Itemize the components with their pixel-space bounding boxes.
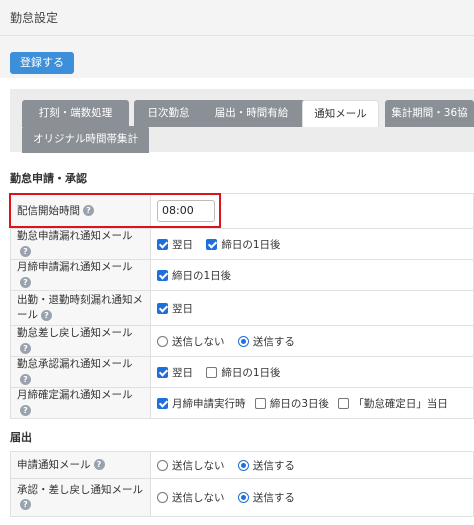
toolbar: 登録する [0, 36, 474, 78]
option-closing-plus1[interactable]: 締日の1日後 [157, 268, 231, 283]
tab-requests-paid-leave[interactable]: 届出・時間有給 [198, 100, 305, 127]
row-sendback: 勤怠差し戻し通知メール? 送信しない 送信する [10, 325, 474, 357]
checkbox-checked-icon[interactable] [206, 238, 218, 250]
radio-selected-icon[interactable] [237, 335, 249, 347]
help-icon[interactable]: ? [20, 276, 31, 288]
radio-unselected-icon[interactable] [157, 459, 168, 471]
option-do-not-send[interactable]: 送信しない [157, 334, 225, 349]
option-monthly-request-exec[interactable]: 月締申請実行時 [157, 396, 246, 411]
row-approval-missing: 勤怠承認漏れ通知メール? 翌日 締日の1日後 [10, 356, 474, 388]
tab-notification-mail[interactable]: 通知メール [302, 100, 379, 127]
tab-aggregation-period[interactable]: 集計期間・36協 [385, 100, 474, 127]
page-header: 勤怠設定 [0, 0, 474, 36]
checkbox-checked-icon[interactable] [157, 397, 168, 409]
row-monthly-missing: 月締申請漏れ通知メール? 締日の1日後 [10, 259, 474, 291]
label-monthly-missing: 月締申請漏れ通知メール [17, 261, 133, 273]
option-do-not-send[interactable]: 送信しない [157, 458, 225, 473]
label-approval-missing: 勤怠承認漏れ通知メール [17, 358, 133, 370]
highlight-box [9, 193, 221, 228]
option-confirm-day[interactable]: 「勤怠確定日」当日 [338, 396, 448, 411]
checkbox-checked-icon[interactable] [157, 269, 168, 281]
radio-selected-icon[interactable] [237, 492, 249, 503]
help-icon[interactable]: ? [20, 245, 31, 257]
row-monthly-confirm: 月締確定漏れ通知メール? 月締申請実行時 締日の3日後 「勤怠確定日」当日 [10, 387, 474, 419]
label-attendance-missing: 勤怠申請漏れ通知メール [17, 230, 133, 242]
checkbox-unchecked-icon[interactable] [206, 366, 218, 378]
checkbox-checked-icon[interactable] [157, 238, 168, 250]
option-send[interactable]: 送信する [237, 490, 295, 505]
section-title-attendance: 勤怠申請・承認 [10, 172, 87, 185]
request-settings-table: 申請通知メール? 送信しない 送信する 承認・差し戻し通知メール? 送信しない … [10, 451, 474, 517]
help-icon[interactable]: ? [93, 459, 105, 470]
section-title-requests: 届出 [10, 431, 32, 444]
checkbox-checked-icon[interactable] [157, 302, 168, 314]
checkbox-unchecked-icon[interactable] [254, 397, 266, 409]
label-monthly-confirm: 月締確定漏れ通知メール [17, 389, 133, 401]
help-icon[interactable]: ? [20, 373, 31, 385]
tab-daily-attendance[interactable]: 日次勤怠 [134, 100, 203, 127]
option-next-day[interactable]: 翌日 [157, 301, 193, 316]
row-attendance-missing: 勤怠申請漏れ通知メール? 翌日 締日の1日後 [10, 228, 474, 260]
option-closing-plus3[interactable]: 締日の3日後 [254, 396, 329, 411]
page-title: 勤怠設定 [10, 11, 59, 25]
row-request-notice: 申請通知メール? 送信しない 送信する [10, 451, 474, 479]
label-clock-missing: 出勤・退勤時刻漏れ通知メール [17, 294, 143, 321]
label-request-notice: 申請通知メール [17, 458, 91, 471]
option-next-day[interactable]: 翌日 [157, 365, 193, 380]
option-next-day[interactable]: 翌日 [157, 237, 193, 252]
help-icon[interactable]: ? [20, 404, 31, 416]
label-sendback: 勤怠差し戻し通知メール [17, 327, 133, 339]
option-send[interactable]: 送信する [237, 458, 295, 473]
tab-bar: 打刻・端数処理 日次勤怠 届出・時間有給 通知メール 集計期間・36協 オリジナ… [10, 89, 474, 153]
help-icon[interactable]: ? [20, 499, 31, 510]
tab-original-time-aggregation[interactable]: オリジナル時間帯集計 [22, 126, 149, 153]
register-button[interactable]: 登録する [10, 52, 74, 74]
row-clock-missing: 出勤・退勤時刻漏れ通知メール? 翌日 [10, 290, 474, 326]
help-icon[interactable]: ? [41, 309, 52, 321]
option-closing-plus1[interactable]: 締日の1日後 [206, 365, 281, 380]
option-closing-plus1[interactable]: 締日の1日後 [206, 237, 281, 252]
radio-selected-icon[interactable] [237, 459, 249, 471]
tab-punch-rounding[interactable]: 打刻・端数処理 [22, 100, 129, 127]
option-do-not-send[interactable]: 送信しない [157, 490, 225, 505]
checkbox-unchecked-icon[interactable] [338, 397, 350, 409]
checkbox-checked-icon[interactable] [157, 366, 168, 378]
label-approve-notice: 承認・差し戻し通知メール [17, 483, 143, 496]
radio-unselected-icon[interactable] [157, 335, 168, 347]
help-icon[interactable]: ? [20, 342, 31, 354]
row-approve-notice: 承認・差し戻し通知メール? 送信しない 送信する [10, 478, 474, 517]
option-send[interactable]: 送信する [237, 334, 295, 349]
radio-unselected-icon[interactable] [157, 492, 168, 503]
